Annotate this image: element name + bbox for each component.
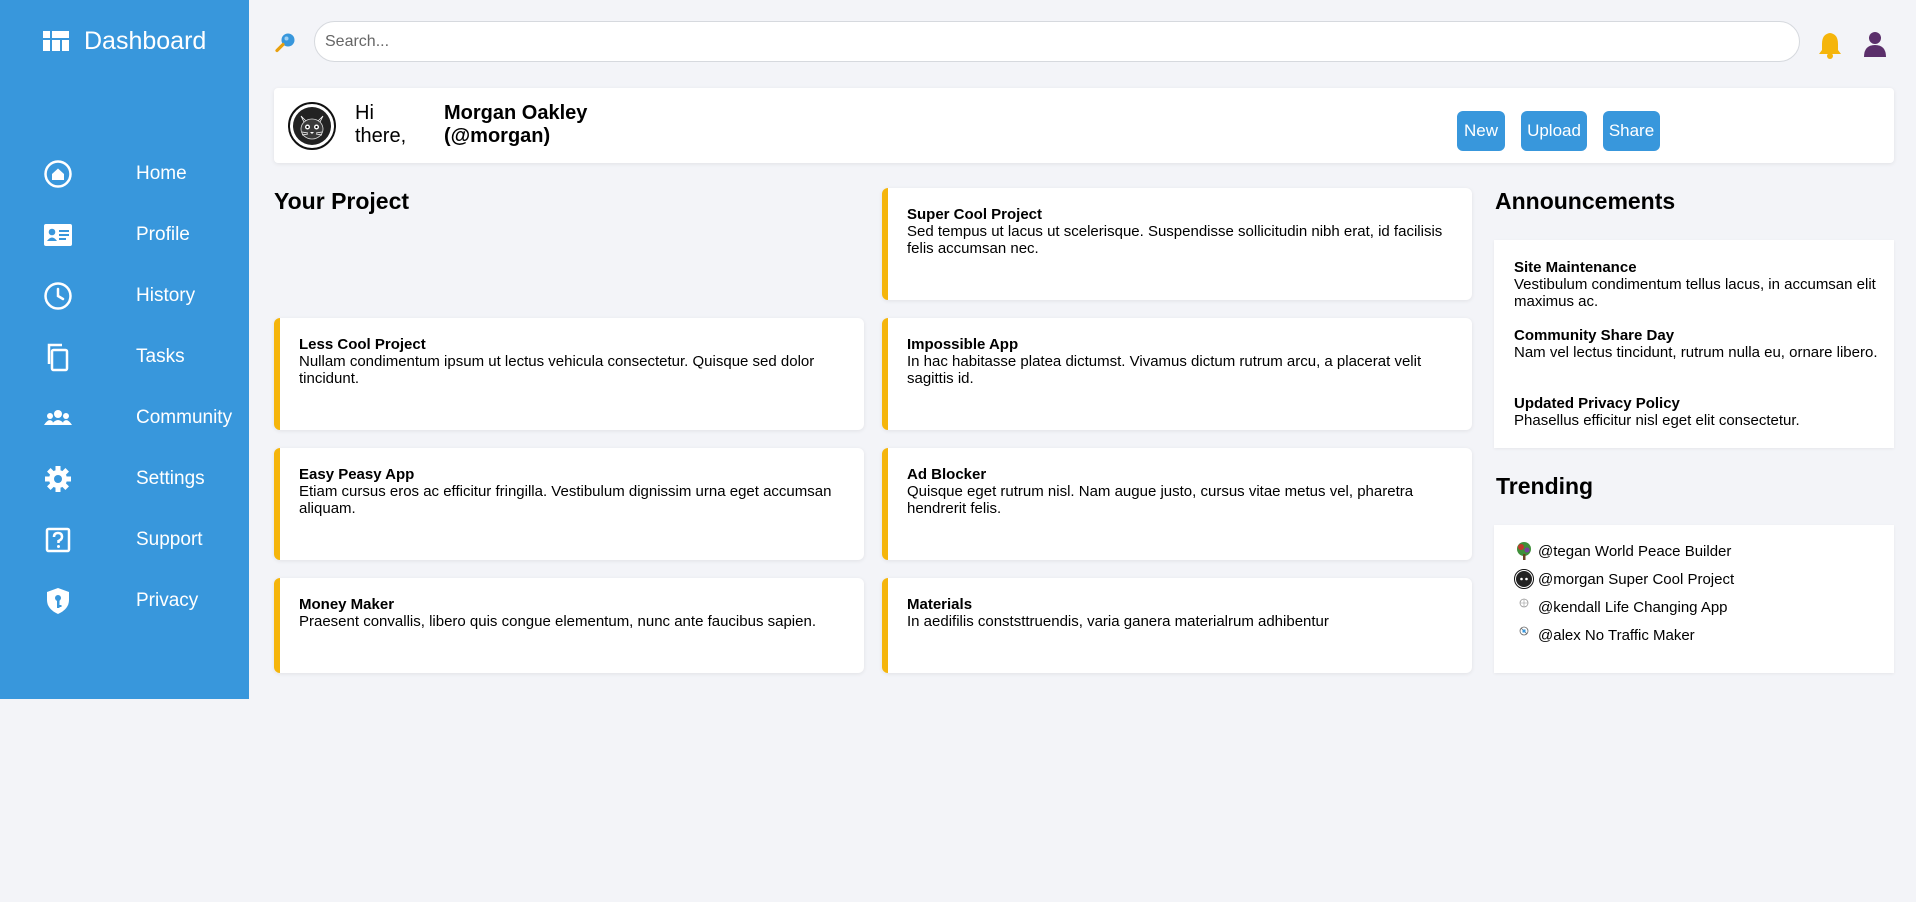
announcement-text: Vestibulum condimentum tellus lacus, in … [1514,276,1876,310]
home-icon [43,159,73,189]
trending-text: @kendall Life Changing App [1538,598,1728,616]
announcement-title: Community Share Day [1514,327,1675,344]
trending-item[interactable]: @kendall Life Changing App [1514,593,1728,621]
project-title: Materials [907,596,973,613]
project-title: Money Maker [299,596,395,613]
upload-button[interactable]: Upload [1521,111,1587,151]
search-icon[interactable] [274,30,298,54]
sidebar-item-settings[interactable]: Settings [0,457,249,501]
announcement-item[interactable]: Site Maintenance Vestibulum condimentum … [1514,259,1879,310]
sidebar-item-home[interactable]: Home [0,152,249,196]
sidebar-item-privacy[interactable]: Privacy [0,579,249,623]
trending-text: @tegan World Peace Builder [1538,542,1732,560]
announcement-item[interactable]: Updated Privacy Policy Phasellus efficit… [1514,395,1879,429]
sidebar-item-label: Home [136,163,187,184]
sidebar-item-label: History [136,285,196,306]
sidebar-item-label: Profile [136,224,190,245]
globe-avatar-icon [1514,597,1534,617]
project-description: Nullam condimentum ipsum ut lectus vehic… [299,353,815,387]
sidebar-item-support[interactable]: Support [0,518,249,562]
project-description: Sed tempus ut lacus ut scelerisque. Susp… [907,223,1443,257]
users-icon [43,403,73,433]
tree-avatar-icon [1514,541,1534,561]
announcement-item[interactable]: Community Share Day Nam vel lectus tinci… [1514,327,1879,361]
project-description: Quisque eget rutrum nisl. Nam augue just… [907,483,1414,517]
project-title: Less Cool Project [299,336,426,353]
avatar[interactable] [288,102,336,150]
greeting-card: Hi there, Morgan Oakley (@morgan) New Up… [274,88,1894,163]
dashboard-icon [43,31,69,51]
project-card[interactable]: Impossible App In hac habitasse platea d… [882,318,1472,430]
project-card[interactable]: Less Cool Project Nullam condimentum ips… [274,318,864,430]
projects-title: Your Project [274,188,410,214]
sidebar-item-history[interactable]: History [0,274,249,318]
project-title: Super Cool Project [907,206,1043,223]
gear-icon [43,464,73,494]
trending-text: @alex No Traffic Maker [1538,626,1695,644]
project-description: Praesent convallis, libero quis congue e… [299,613,816,630]
app-title: Dashboard [84,26,207,55]
user-name: Morgan Oakley (@morgan) [444,102,588,147]
bell-icon[interactable] [1817,31,1843,59]
announcements-title: Announcements [1495,188,1676,214]
project-description: In hac habitasse platea dictumst. Vivamu… [907,353,1422,387]
user-icon[interactable] [1862,30,1888,58]
question-icon [43,525,73,555]
trending-text: @morgan Super Cool Project [1538,570,1735,588]
brand[interactable]: Dashboard [43,26,206,56]
trending-item[interactable]: @alex No Traffic Maker [1514,621,1695,649]
sidebar-item-community[interactable]: Community [0,396,249,440]
copy-icon [43,342,73,372]
announcement-text: Phasellus efficitur nisl eget elit conse… [1514,412,1800,429]
trending-title: Trending [1496,473,1594,499]
project-card[interactable]: Money Maker Praesent convallis, libero q… [274,578,864,673]
announcements-panel: Site Maintenance Vestibulum condimentum … [1494,240,1894,448]
sidebar-item-label: Settings [136,468,205,489]
project-card[interactable]: Ad Blocker Quisque eget rutrum nisl. Nam… [882,448,1472,560]
clock-icon [43,281,73,311]
no-traffic-avatar-icon [1514,625,1534,645]
id-card-icon [43,220,73,250]
sidebar: Dashboard Home Profile History Tasks Com… [0,0,249,699]
trending-panel: @tegan World Peace Builder @morgan Super… [1494,525,1894,673]
project-card[interactable]: Easy Peasy App Etiam cursus eros ac effi… [274,448,864,560]
sidebar-item-label: Privacy [136,590,199,611]
project-description: Etiam cursus eros ac efficitur fringilla… [299,483,832,517]
trending-item[interactable]: @tegan World Peace Builder [1514,537,1731,565]
share-button[interactable]: Share [1603,111,1660,151]
sidebar-item-label: Support [136,529,203,550]
announcement-title: Updated Privacy Policy [1514,395,1680,412]
project-title: Ad Blocker [907,466,987,483]
announcement-text: Nam vel lectus tincidunt, rutrum nulla e… [1514,344,1878,361]
cat-avatar-icon [1514,569,1534,589]
search-input[interactable] [314,21,1800,62]
project-card[interactable]: Materials In aedifilis conststtruendis, … [882,578,1472,673]
trending-item[interactable]: @morgan Super Cool Project [1514,565,1734,593]
greeting-text: Hi there, [355,102,407,147]
sidebar-item-label: Tasks [136,346,185,367]
project-description: In aedifilis conststtruendis, varia gane… [907,613,1329,630]
sidebar-item-label: Community [136,407,233,428]
shield-key-icon [43,586,73,616]
project-title: Easy Peasy App [299,466,415,483]
sidebar-item-tasks[interactable]: Tasks [0,335,249,379]
project-title: Impossible App [907,336,1019,353]
project-card[interactable]: Super Cool Project Sed tempus ut lacus u… [882,188,1472,300]
new-button[interactable]: New [1457,111,1505,151]
sidebar-item-profile[interactable]: Profile [0,213,249,257]
announcement-title: Site Maintenance [1514,259,1637,276]
